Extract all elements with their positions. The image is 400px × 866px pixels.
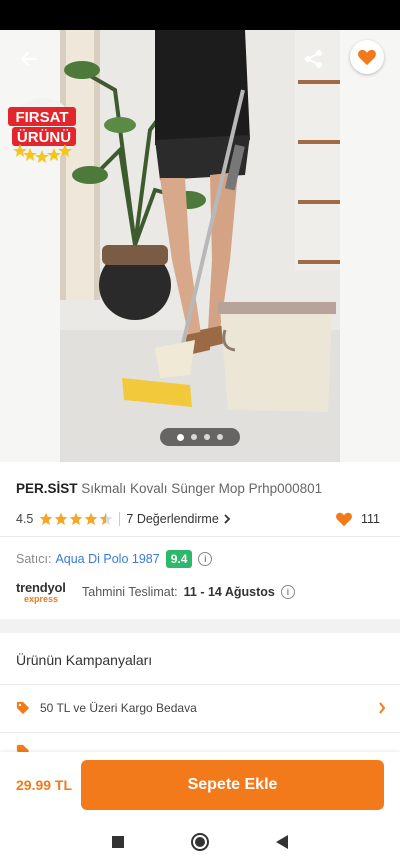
star-icon <box>70 512 83 525</box>
product-price: 29.99 TL <box>16 777 73 793</box>
favorite-button[interactable] <box>350 40 384 74</box>
badge-line1: FIRSAT <box>15 109 68 126</box>
gallery-dot-4[interactable] <box>217 434 223 440</box>
recent-apps-button[interactable] <box>108 832 128 852</box>
delivery-date: 11 - 14 Ağustos <box>183 585 275 599</box>
favorite-count[interactable]: 111 <box>335 511 380 527</box>
star-icon <box>55 512 68 525</box>
seller-score-badge: 9.4 <box>165 550 193 568</box>
home-button[interactable] <box>190 832 210 852</box>
info-icon[interactable]: i <box>198 552 213 566</box>
info-icon[interactable]: i <box>280 585 295 599</box>
gallery-dot-2[interactable] <box>191 434 197 440</box>
gallery-dot-3[interactable] <box>204 434 210 440</box>
gallery-side-right <box>340 30 400 462</box>
seller-row: Satıcı: Aqua Di Polo 1987 9.4 i <box>16 549 213 569</box>
circle-icon <box>191 833 209 851</box>
share-icon <box>305 50 322 68</box>
chevron-right-icon <box>379 702 386 714</box>
bottom-action-bar: 29.99 TL Sepete Ekle <box>0 752 400 818</box>
star-half-icon <box>100 512 113 525</box>
rating-separator <box>119 512 121 526</box>
triangle-back-icon <box>276 835 288 849</box>
gallery-pagination[interactable] <box>160 428 240 446</box>
square-icon <box>112 836 124 848</box>
campaign-item[interactable]: 50 TL ve Üzeri Kargo Bedava <box>16 695 386 721</box>
star-icon <box>40 512 53 525</box>
product-photo[interactable] <box>60 30 340 462</box>
section-gap <box>0 619 400 633</box>
badge-line2: ÜRÜNÜ <box>17 129 71 146</box>
trendyol-express-logo: trendyol express <box>16 581 68 604</box>
back-button[interactable] <box>12 42 46 76</box>
rating-row: 4.5 7 Değerlendirme 111 <box>16 510 384 528</box>
delivery-row: trendyol express Tahmini Teslimat: 11 - … <box>16 580 295 604</box>
status-bar <box>0 0 400 30</box>
heart-icon <box>358 49 376 66</box>
seller-link[interactable]: Aqua Di Polo 1987 <box>55 552 159 566</box>
delivery-label: Tahmini Teslimat: <box>82 585 178 599</box>
divider <box>0 684 400 685</box>
deal-badge: FIRSAT ÜRÜNÜ <box>8 94 78 164</box>
reviews-link[interactable]: 7 Değerlendirme <box>126 512 231 526</box>
seller-label: Satıcı: <box>16 552 52 566</box>
reviews-count: 7 Değerlendirme <box>126 512 219 526</box>
heart-icon <box>336 512 352 527</box>
product-name: Sıkmalı Kovalı Sünger Mop Prhp000801 <box>81 481 323 496</box>
arrow-left-icon <box>21 52 37 66</box>
tag-icon <box>16 701 30 715</box>
chevron-right-icon <box>224 514 231 524</box>
share-button[interactable] <box>297 42 331 76</box>
logo-main: trendyol <box>16 579 66 595</box>
campaigns-title: Ürünün Kampanyaları <box>16 652 153 668</box>
star-icon <box>85 512 98 525</box>
campaign-label: 50 TL ve Üzeri Kargo Bedava <box>40 701 197 715</box>
system-nav-bar <box>0 818 400 866</box>
nav-back-button[interactable] <box>272 832 292 852</box>
product-title: PER.SİST Sıkmalı Kovalı Sünger Mop Prhp0… <box>16 481 322 496</box>
favorite-count-value: 111 <box>360 512 380 526</box>
logo-sub: express <box>24 593 59 604</box>
add-to-cart-button[interactable]: Sepete Ekle <box>81 760 384 810</box>
divider <box>0 732 400 733</box>
divider <box>0 536 400 537</box>
product-image-gallery[interactable]: FIRSAT ÜRÜNÜ <box>0 30 400 462</box>
gallery-dot-1[interactable] <box>177 433 184 441</box>
rating-value: 4.5 <box>16 512 34 526</box>
rating-stars <box>39 512 113 526</box>
product-brand: PER.SİST <box>16 481 78 496</box>
